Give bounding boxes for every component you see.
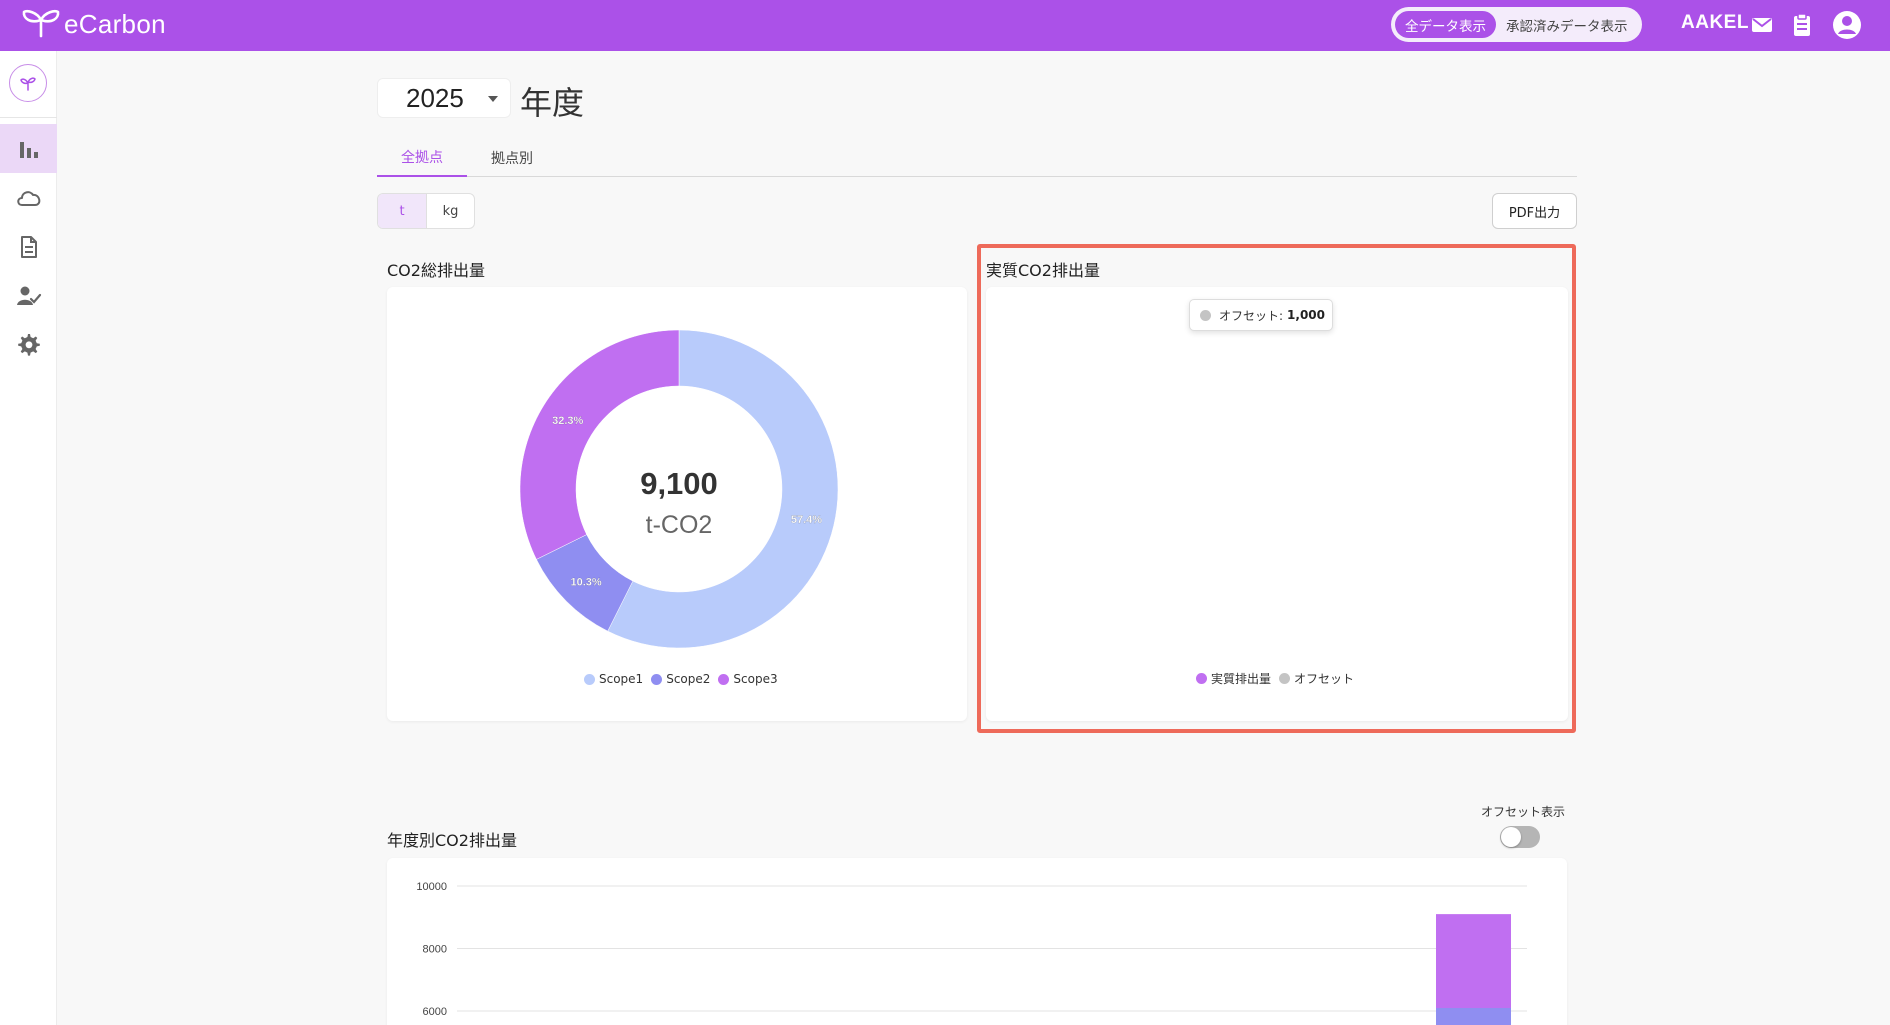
- app-logo[interactable]: eCarbon: [20, 6, 166, 42]
- legend-item-scope3[interactable]: Scope3: [718, 672, 778, 686]
- legend-item-actual[interactable]: 実質排出量: [1196, 670, 1271, 687]
- legend-item-offset[interactable]: オフセット: [1279, 670, 1354, 687]
- tooltip-dot: [1200, 309, 1211, 321]
- yearly-emissions-card: [387, 858, 1567, 1025]
- legend-label: オフセット: [1294, 672, 1355, 686]
- legend-dot: [651, 673, 663, 685]
- switch-knob: [1501, 827, 1521, 847]
- unit-t-button[interactable]: t: [378, 194, 426, 228]
- mail-icon[interactable]: [1748, 11, 1776, 39]
- chevron-down-icon: [488, 96, 498, 102]
- legend-dot: [584, 673, 595, 685]
- sidebar-divider: [0, 117, 57, 118]
- tooltip-value: 1,000: [1287, 308, 1326, 322]
- username: AAKEL: [1681, 12, 1749, 33]
- document-icon: [20, 235, 37, 258]
- legend-label: Scope3: [733, 672, 778, 686]
- pdf-export-button[interactable]: PDF出力: [1492, 193, 1577, 229]
- legend-dot: [1279, 673, 1291, 684]
- sidebar-item-approvals[interactable]: [0, 271, 57, 320]
- cloud-icon: [16, 190, 40, 206]
- offset-toggle-label: オフセット表示: [1481, 805, 1566, 819]
- mode-all-data-button[interactable]: 全データ表示: [1395, 11, 1496, 38]
- legend-item-scope1[interactable]: Scope1: [584, 672, 643, 686]
- data-mode-toggle: 全データ表示 承認済みデータ表示: [1391, 7, 1642, 42]
- legend-dot: [718, 673, 730, 685]
- sidebar: [0, 51, 57, 1025]
- unit-kg-button[interactable]: kg: [425, 194, 474, 228]
- account-icon[interactable]: [1832, 10, 1862, 40]
- tab-by-location[interactable]: 拠点別: [467, 138, 557, 177]
- legend-label: Scope2: [666, 672, 711, 686]
- legend-label: Scope1: [599, 672, 644, 686]
- total-emissions-title: CO2総排出量: [387, 261, 485, 280]
- top-bar: eCarbon 全データ表示 承認済みデータ表示 AAKEL: [0, 0, 1890, 51]
- legend-dot: [1196, 673, 1207, 684]
- sprout-avatar-icon[interactable]: [9, 64, 47, 102]
- total-emissions-card: [387, 287, 967, 721]
- tab-all-locations[interactable]: 全拠点: [377, 138, 467, 177]
- legend-item-scope2[interactable]: Scope2: [651, 672, 710, 686]
- sidebar-item-emissions[interactable]: [0, 173, 57, 222]
- app-name: eCarbon: [64, 8, 166, 39]
- leaf-logo-icon: [22, 9, 60, 38]
- yearly-emissions-title: 年度別CO2排出量: [387, 831, 517, 850]
- fiscal-year-label: 年度: [520, 84, 585, 122]
- year-value: 2025: [406, 83, 464, 113]
- gear-icon: [17, 333, 40, 356]
- net-emissions-legend: 実質排出量 オフセット: [1196, 670, 1362, 687]
- offset-toggle-switch[interactable]: [1500, 826, 1540, 848]
- user-check-icon: [16, 286, 41, 305]
- bar-chart-icon: [19, 141, 38, 158]
- legend-label: 実質排出量: [1211, 672, 1272, 686]
- sidebar-item-settings[interactable]: [0, 320, 57, 369]
- year-select[interactable]: 2025: [377, 78, 511, 118]
- mode-approved-data-button[interactable]: 承認済みデータ表示: [1496, 11, 1638, 38]
- total-emissions-legend: Scope1 Scope2 Scope3: [584, 672, 786, 686]
- unit-toggle: t kg: [377, 193, 475, 229]
- clipboard-icon[interactable]: [1788, 11, 1816, 39]
- sidebar-item-reports[interactable]: [0, 222, 57, 271]
- offset-tooltip: オフセット: 1,000: [1189, 299, 1333, 331]
- location-tabs: 全拠点 拠点別: [377, 138, 1577, 177]
- tooltip-label: オフセット:: [1219, 308, 1284, 323]
- sidebar-item-dashboard[interactable]: [0, 124, 57, 173]
